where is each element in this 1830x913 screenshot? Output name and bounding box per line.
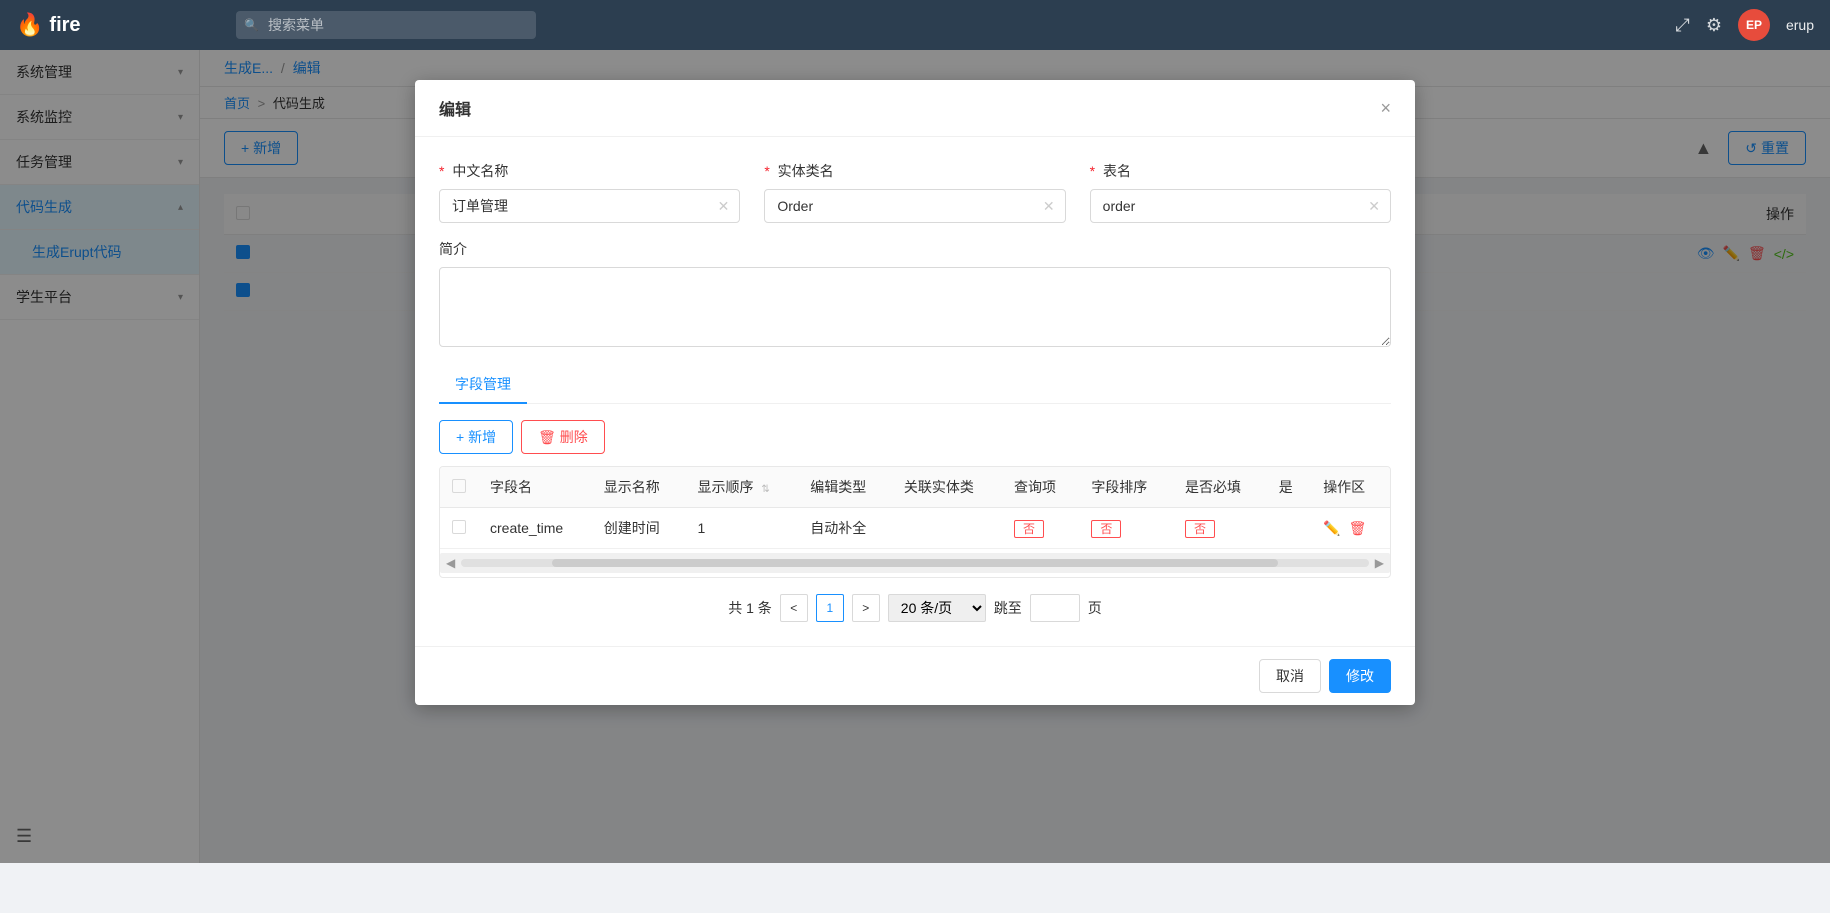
display-name-cell: 创建时间 xyxy=(592,508,686,549)
chinese-name-input-wrapper: ✕ xyxy=(439,189,740,223)
field-sort-cell: 否 xyxy=(1079,508,1173,549)
cancel-button[interactable]: 取消 xyxy=(1259,659,1321,693)
th-checkbox xyxy=(440,467,478,508)
th-field-sort: 字段排序 xyxy=(1079,467,1173,508)
modal-footer: 取消 修改 xyxy=(415,646,1415,705)
edit-type-cell: 自动补全 xyxy=(798,508,892,549)
th-field-name: 字段名 xyxy=(478,467,592,508)
th-related-entity: 关联实体类 xyxy=(892,467,1002,508)
logo: 🔥 fire xyxy=(16,12,216,38)
modal-body: * 中文名称 ✕ * 实体类名 ✕ xyxy=(415,137,1415,646)
add-field-button[interactable]: + 新增 xyxy=(439,420,513,454)
search-input[interactable] xyxy=(236,11,536,39)
sort-icon-order[interactable]: ⇅ xyxy=(761,484,769,495)
field-sort-badge[interactable]: 否 xyxy=(1091,520,1121,538)
query-item-cell: 否 xyxy=(1002,508,1079,549)
goto-input[interactable] xyxy=(1030,594,1080,622)
th-required: 是否必填 xyxy=(1173,467,1267,508)
tab-field-management[interactable]: 字段管理 xyxy=(439,366,527,404)
tabs: 字段管理 xyxy=(439,366,1391,404)
th-display-name: 显示名称 xyxy=(592,467,686,508)
row-edit-icon[interactable]: ✏️ xyxy=(1323,520,1340,537)
chinese-name-input[interactable] xyxy=(440,190,708,222)
field-row-1: create_time 创建时间 1 自动补全 否 否 xyxy=(440,508,1390,549)
chinese-name-label: * 中文名称 xyxy=(439,161,740,181)
modal-title: 编辑 xyxy=(439,96,471,120)
table-name-input-wrapper: ✕ xyxy=(1090,189,1391,223)
th-display-order: 显示顺序 ⇅ xyxy=(685,467,798,508)
form-group-table-name: * 表名 ✕ xyxy=(1090,161,1391,223)
field-table: 字段名 显示名称 显示顺序 ⇅ 编辑类型 关联实体类 查询项 字段排序 是否必填 xyxy=(440,467,1390,549)
settings-icon[interactable]: ⚙ xyxy=(1706,15,1722,36)
pagination-total: 共 1 条 xyxy=(728,598,772,618)
intro-textarea[interactable] xyxy=(439,267,1391,347)
entity-class-input[interactable] xyxy=(765,190,1033,222)
th-query-item: 查询项 xyxy=(1002,467,1079,508)
avatar[interactable]: EP xyxy=(1738,9,1770,41)
form-group-intro: 简介 xyxy=(439,239,1391,350)
intro-label: 简介 xyxy=(439,239,1391,259)
entity-class-input-wrapper: ✕ xyxy=(764,189,1065,223)
field-name-cell: create_time xyxy=(478,508,592,549)
app-name: fire xyxy=(49,14,80,37)
top-nav: 🔥 fire 🔍 ⤢ ⚙ EP erup xyxy=(0,0,1830,50)
expand-icon[interactable]: ⤢ xyxy=(1675,15,1689,36)
form-row-1: * 中文名称 ✕ * 实体类名 ✕ xyxy=(439,161,1391,223)
th-edit-type: 编辑类型 xyxy=(798,467,892,508)
delete-field-button[interactable]: 🗑 删除 xyxy=(521,420,605,454)
scroll-right-arrow[interactable]: ▶ xyxy=(1369,556,1390,570)
edit-modal: 编辑 × * 中文名称 ✕ * xyxy=(415,80,1415,705)
horizontal-scrollbar[interactable]: ◀ ▶ xyxy=(440,553,1390,573)
field-table-container: 字段名 显示名称 显示顺序 ⇅ 编辑类型 关联实体类 查询项 字段排序 是否必填 xyxy=(439,466,1391,578)
required-star-2: * xyxy=(764,163,769,179)
field-row-checkbox-cell xyxy=(440,508,478,549)
required-star-3: * xyxy=(1090,163,1095,179)
prev-page-btn[interactable]: < xyxy=(780,594,808,622)
entity-class-clear-btn[interactable]: ✕ xyxy=(1033,198,1065,215)
modal-close-button[interactable]: × xyxy=(1380,98,1391,119)
table-name-clear-btn[interactable]: ✕ xyxy=(1358,198,1390,215)
page-label: 页 xyxy=(1088,598,1102,618)
username: erup xyxy=(1786,17,1814,33)
table-toolbar: + 新增 🗑 删除 xyxy=(439,420,1391,454)
row-delete-icon[interactable]: 🗑 xyxy=(1349,520,1367,537)
display-order-cell: 1 xyxy=(685,508,798,549)
modal-header: 编辑 × xyxy=(415,80,1415,137)
modal-overlay: 编辑 × * 中文名称 ✕ * xyxy=(0,50,1830,863)
table-name-input[interactable] xyxy=(1091,190,1359,222)
row-actions: ✏️ 🗑 xyxy=(1323,520,1378,537)
form-group-chinese-name: * 中文名称 ✕ xyxy=(439,161,740,223)
page-size-select[interactable]: 20 条/页 50 条/页 100 条/页 xyxy=(888,594,986,622)
entity-class-label: * 实体类名 xyxy=(764,161,1065,181)
is-cell xyxy=(1267,508,1312,549)
table-name-label: * 表名 xyxy=(1090,161,1391,181)
scroll-track xyxy=(461,559,1369,567)
chinese-name-clear-btn[interactable]: ✕ xyxy=(708,198,740,215)
required-cell: 否 xyxy=(1173,508,1267,549)
logo-icon: 🔥 xyxy=(16,12,43,38)
pagination: 共 1 条 < 1 > 20 条/页 50 条/页 100 条/页 跳至 页 xyxy=(439,594,1391,622)
form-group-entity-class: * 实体类名 ✕ xyxy=(764,161,1065,223)
related-entity-cell xyxy=(892,508,1002,549)
next-page-btn[interactable]: > xyxy=(852,594,880,622)
th-is: 是 xyxy=(1267,467,1312,508)
field-row-1-checkbox[interactable] xyxy=(452,520,466,534)
top-right-actions: ⤢ ⚙ EP erup xyxy=(1675,9,1814,41)
th-ops: 操作区 xyxy=(1311,467,1390,508)
ops-cell: ✏️ 🗑 xyxy=(1311,508,1390,549)
field-select-all[interactable] xyxy=(452,479,466,493)
current-page-btn[interactable]: 1 xyxy=(816,594,844,622)
required-badge[interactable]: 否 xyxy=(1185,520,1215,538)
scroll-thumb[interactable] xyxy=(552,559,1278,567)
submit-button[interactable]: 修改 xyxy=(1329,659,1391,693)
query-item-badge[interactable]: 否 xyxy=(1014,520,1044,538)
goto-label: 跳至 xyxy=(994,598,1022,618)
scroll-left-arrow[interactable]: ◀ xyxy=(440,556,461,570)
search-icon: 🔍 xyxy=(244,18,259,32)
required-star-1: * xyxy=(439,163,444,179)
search-bar: 🔍 xyxy=(236,11,536,39)
